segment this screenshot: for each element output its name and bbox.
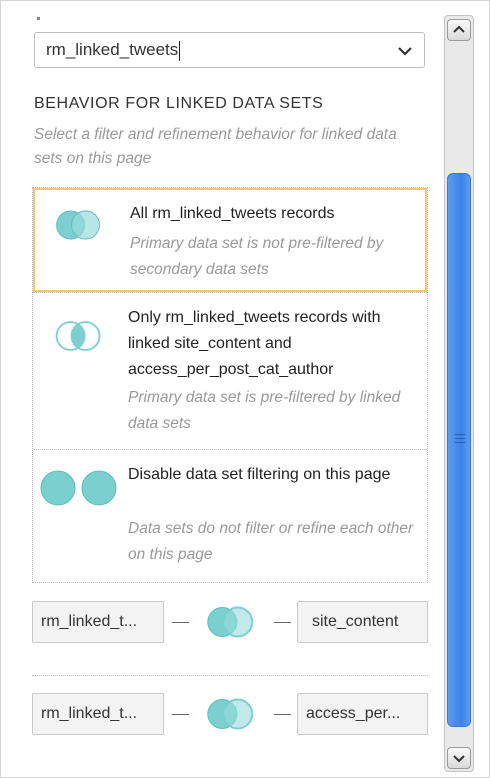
text-cursor bbox=[179, 40, 181, 61]
scroll-up-button[interactable] bbox=[447, 19, 471, 41]
behavior-options: All rm_linked_tweets records Primary dat… bbox=[32, 187, 428, 583]
two-circles-separate-icon bbox=[40, 470, 117, 506]
venn-link-icon[interactable] bbox=[202, 602, 260, 642]
link-connector bbox=[274, 622, 291, 623]
behavior-subtext: Select a filter and refinement behavior … bbox=[34, 126, 397, 167]
venn-overlap-outline-icon bbox=[55, 321, 101, 351]
link-connector bbox=[274, 714, 291, 715]
link-connector bbox=[172, 714, 189, 715]
divider bbox=[32, 675, 428, 676]
chevron-down-icon bbox=[398, 47, 412, 56]
venn-overlap-filled-icon bbox=[56, 210, 100, 240]
venn-link-icon[interactable] bbox=[202, 694, 260, 734]
data-set-select[interactable]: rm_linked_tweets bbox=[34, 32, 425, 68]
clipped-label bbox=[37, 7, 97, 38]
option-only-linked[interactable]: Only rm_linked_tweets records with linke… bbox=[33, 293, 427, 449]
option-title: All rm_linked_tweets records bbox=[130, 205, 335, 222]
option-all-records[interactable]: All rm_linked_tweets records Primary dat… bbox=[33, 188, 427, 292]
option-desc: Primary data set is not pre-filtered by … bbox=[130, 235, 384, 278]
link-target-pill[interactable]: access_per... bbox=[297, 693, 428, 735]
data-set-panel: rm_linked_tweets BEHAVIOR FOR LINKED DAT… bbox=[0, 0, 490, 778]
option-desc: Data sets do not filter or refine each o… bbox=[128, 520, 414, 563]
chevron-up-icon bbox=[453, 25, 465, 33]
chevron-down-icon bbox=[453, 755, 465, 763]
data-set-select-value: rm_linked_tweets bbox=[46, 40, 179, 59]
link-target-pill[interactable]: site_content bbox=[297, 601, 428, 643]
vertical-scrollbar[interactable] bbox=[444, 15, 474, 772]
option-title: Only rm_linked_tweets records with linke… bbox=[128, 309, 381, 378]
link-source-pill[interactable]: rm_linked_t... bbox=[32, 693, 164, 735]
option-desc: Primary data set is pre-filtered by link… bbox=[128, 389, 401, 432]
link-connector bbox=[172, 622, 189, 623]
option-disable-filtering[interactable]: Disable data set filtering on this page … bbox=[33, 450, 427, 582]
scroll-thumb[interactable] bbox=[447, 173, 471, 727]
option-title: Disable data set filtering on this page bbox=[128, 466, 391, 483]
grip-icon bbox=[455, 434, 465, 446]
behavior-heading: BEHAVIOR FOR LINKED DATA SETS bbox=[34, 95, 324, 112]
link-source-pill[interactable]: rm_linked_t... bbox=[32, 601, 164, 643]
scroll-down-button[interactable] bbox=[447, 747, 471, 769]
